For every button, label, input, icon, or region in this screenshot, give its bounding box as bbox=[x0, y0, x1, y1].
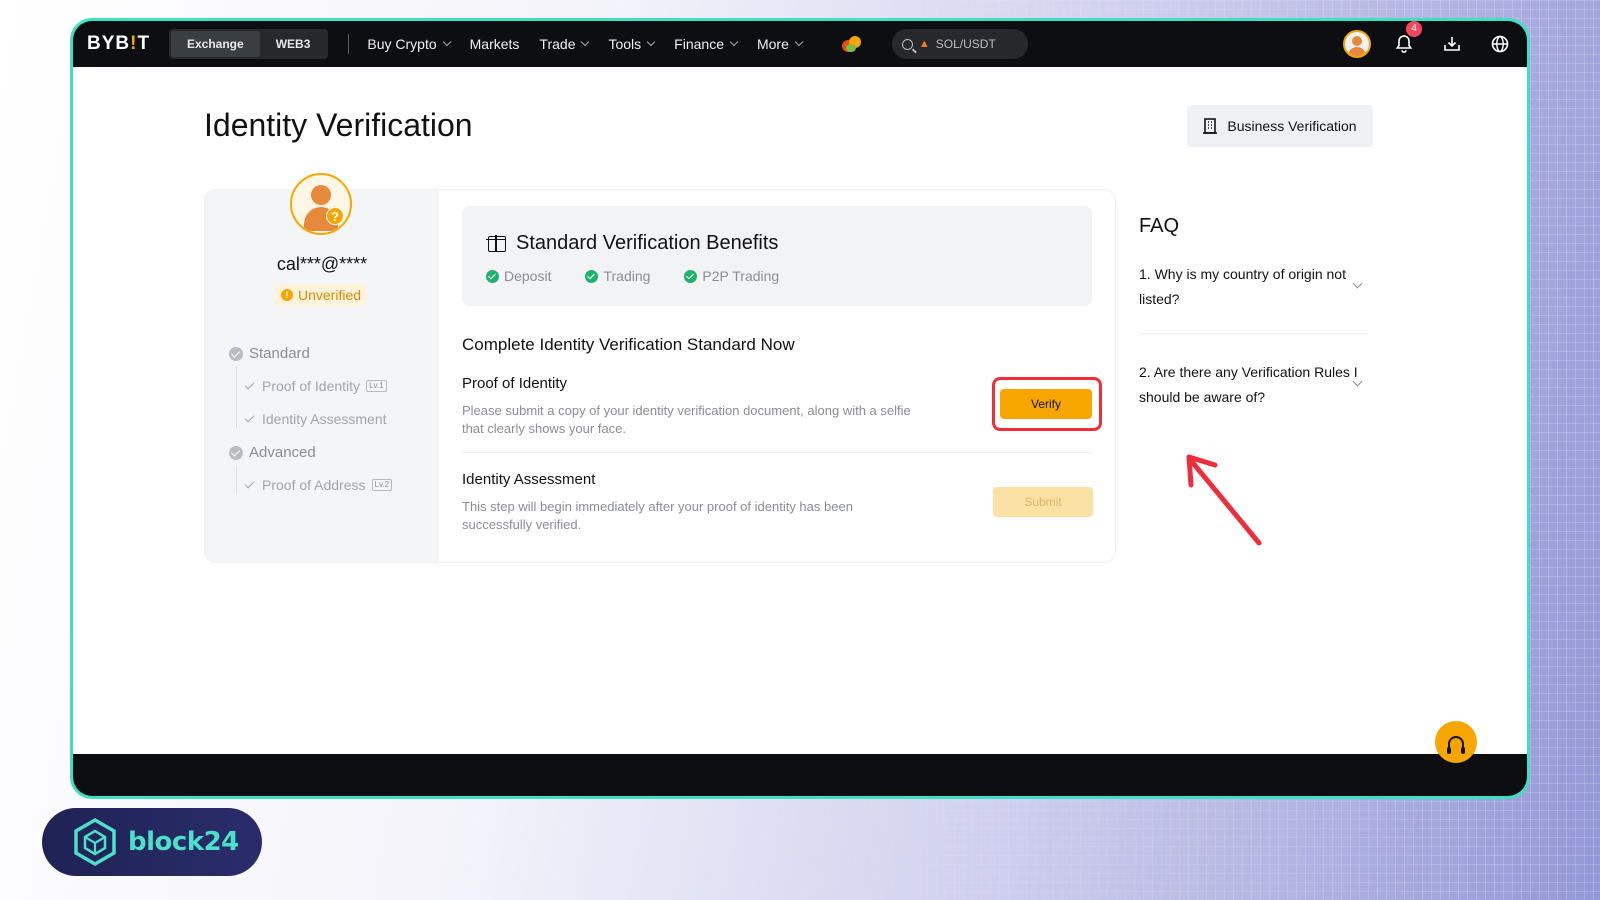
red-arrow-annotation bbox=[1186, 454, 1262, 546]
bybit-logo[interactable]: BYB!T bbox=[87, 33, 157, 55]
submit-button: Submit bbox=[993, 487, 1093, 517]
user-email: cal***@**** bbox=[276, 254, 368, 274]
nav-markets[interactable]: Markets bbox=[470, 36, 520, 52]
benefit-trading: Trading bbox=[585, 268, 650, 284]
search-input[interactable]: ▲ SOL/USDT bbox=[891, 29, 1028, 59]
chevron-down-icon bbox=[581, 37, 590, 47]
business-verification-button[interactable]: Business Verification bbox=[1187, 105, 1373, 147]
check-circle-icon bbox=[486, 269, 499, 283]
faq-item-2[interactable]: 2. Are there any Verification Rules I sh… bbox=[1139, 360, 1369, 410]
headset-icon bbox=[1447, 735, 1465, 754]
level-badge: Lv.2 bbox=[371, 479, 393, 491]
chevron-down-icon bbox=[794, 37, 804, 47]
check-icon bbox=[244, 379, 255, 389]
download-button[interactable] bbox=[1437, 29, 1467, 59]
search-icon bbox=[901, 38, 913, 50]
nav-buy-crypto[interactable]: Buy Crypto bbox=[367, 36, 451, 52]
promo-icon[interactable] bbox=[840, 34, 862, 54]
chevron-down-icon bbox=[729, 37, 739, 47]
block24-logo-icon bbox=[74, 817, 116, 867]
identity-assessment-title: Identity Assessment bbox=[462, 471, 596, 488]
sub-step-proof-of-address: Proof of Address Lv.2 bbox=[244, 477, 393, 493]
verify-highlight-box bbox=[992, 377, 1102, 431]
benefits-panel: Standard Verification Benefits Deposit T… bbox=[462, 206, 1092, 306]
nav-tools[interactable]: Tools bbox=[608, 36, 656, 52]
level-badge: Lv.1 bbox=[366, 380, 387, 392]
sub-step-identity-assessment: Identity Assessment bbox=[244, 411, 387, 427]
benefit-list: Deposit Trading P2P Trading bbox=[486, 268, 779, 284]
check-circle-icon bbox=[229, 346, 243, 361]
faq-divider bbox=[1139, 333, 1369, 334]
verification-sidebar: cal***@**** ! Unverified Standard Proof … bbox=[205, 190, 439, 562]
page-title: Identity Verification bbox=[204, 107, 473, 143]
globe-icon bbox=[1491, 35, 1509, 53]
proof-of-identity-title: Proof of Identity bbox=[462, 375, 568, 392]
download-icon bbox=[1444, 37, 1460, 51]
check-circle-icon bbox=[684, 269, 698, 283]
warning-icon: ! bbox=[281, 289, 293, 301]
benefits-title: Standard Verification Benefits bbox=[486, 232, 778, 255]
proof-of-identity-description: Please submit a copy of your identity ve… bbox=[462, 403, 911, 436]
top-navigation: BYB!T Exchange WEB3 Buy Crypto Markets T… bbox=[73, 21, 1527, 67]
nav-finance[interactable]: Finance bbox=[674, 36, 739, 52]
status-badge: ! Unverified bbox=[275, 284, 368, 306]
profile-avatar-icon: ? bbox=[290, 173, 352, 235]
faq-item-1[interactable]: 1. Why is my country of origin not liste… bbox=[1139, 262, 1369, 312]
check-circle-icon bbox=[229, 445, 243, 460]
benefit-deposit: Deposit bbox=[486, 268, 551, 284]
notification-count-badge: 4 bbox=[1406, 21, 1422, 37]
step-standard: Standard bbox=[229, 345, 310, 362]
tab-web3[interactable]: WEB3 bbox=[260, 31, 327, 57]
divider bbox=[462, 452, 1092, 453]
fire-icon: ▲ bbox=[918, 38, 930, 50]
nav-divider bbox=[348, 34, 350, 54]
tab-exchange[interactable]: Exchange bbox=[171, 31, 260, 57]
notifications-button[interactable]: 4 bbox=[1389, 21, 1422, 59]
step-connector bbox=[236, 465, 237, 495]
identity-assessment-description: This step will begin immediately after y… bbox=[462, 499, 853, 532]
block24-brand: block24 bbox=[128, 827, 239, 857]
chevron-down-icon bbox=[442, 37, 451, 47]
sub-step-proof-of-identity: Proof of Identity Lv.1 bbox=[244, 378, 387, 394]
check-circle-icon bbox=[585, 269, 599, 283]
footer-bar bbox=[73, 754, 1527, 796]
benefit-p2p-trading: P2P Trading bbox=[684, 268, 779, 284]
verification-card: cal***@**** ! Unverified Standard Proof … bbox=[204, 189, 1116, 563]
faq-title: FAQ bbox=[1139, 215, 1180, 237]
language-button[interactable] bbox=[1485, 29, 1515, 59]
gift-icon bbox=[486, 234, 506, 252]
support-chat-button[interactable] bbox=[1435, 721, 1477, 763]
step-connector bbox=[236, 366, 237, 428]
nav-more[interactable]: More bbox=[757, 36, 804, 52]
block24-watermark: block24 bbox=[42, 808, 262, 876]
browser-frame: BYB!T Exchange WEB3 Buy Crypto Markets T… bbox=[70, 18, 1530, 799]
step-advanced: Advanced bbox=[229, 444, 316, 461]
search-value: SOL/USDT bbox=[935, 37, 996, 51]
nav-right-group: 4 bbox=[1343, 21, 1515, 59]
bell-icon bbox=[1395, 35, 1413, 53]
chevron-down-icon bbox=[646, 37, 656, 47]
user-avatar-icon[interactable] bbox=[1343, 30, 1371, 58]
building-icon bbox=[1203, 118, 1218, 134]
check-icon bbox=[244, 412, 255, 422]
nav-trade[interactable]: Trade bbox=[539, 36, 590, 52]
check-icon bbox=[244, 478, 255, 488]
section-title: Complete Identity Verification Standard … bbox=[462, 335, 795, 354]
exchange-web3-toggle: Exchange WEB3 bbox=[169, 29, 329, 59]
